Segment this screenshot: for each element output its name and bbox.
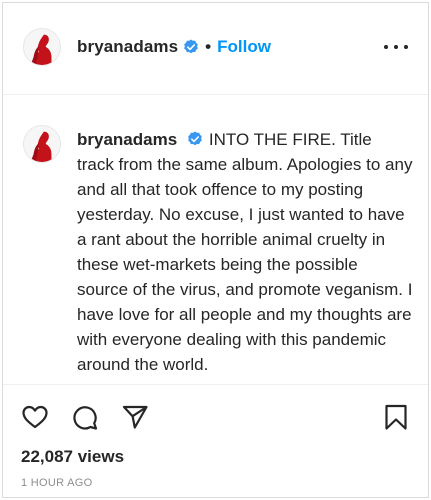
- caption-body: INTO THE FIRE. Title track from the same…: [77, 130, 413, 374]
- more-dot: [394, 45, 398, 49]
- avatar-figure-icon: [24, 126, 60, 162]
- more-dot: [384, 45, 388, 49]
- avatar-figure-icon: [24, 29, 60, 65]
- bookmark-icon[interactable]: [382, 403, 410, 431]
- header-username[interactable]: bryanadams: [77, 37, 178, 57]
- more-dot: [404, 45, 408, 49]
- verified-badge-icon: [183, 39, 199, 55]
- caption-text-block: bryanadams INTO THE FIRE. Title track fr…: [77, 127, 413, 377]
- post-timestamp[interactable]: 1 HOUR AGO: [21, 477, 92, 489]
- comment-icon[interactable]: [71, 403, 99, 431]
- caption-avatar[interactable]: [23, 125, 61, 163]
- follow-button[interactable]: Follow: [217, 37, 271, 57]
- header-user-row: bryanadams • Follow: [77, 36, 271, 58]
- separator-dot: •: [205, 37, 212, 56]
- view-count[interactable]: 22,087 views: [21, 447, 124, 467]
- post-header: bryanadams • Follow: [3, 3, 428, 95]
- more-options-icon[interactable]: [384, 39, 408, 55]
- caption-username[interactable]: bryanadams: [77, 130, 177, 149]
- avatar[interactable]: [23, 28, 61, 66]
- verified-badge-icon: [187, 131, 203, 147]
- action-bar: [3, 391, 428, 441]
- share-icon[interactable]: [121, 403, 149, 431]
- heart-icon[interactable]: [21, 403, 49, 431]
- caption-section: bryanadams INTO THE FIRE. Title track fr…: [3, 95, 428, 385]
- post-card: bryanadams • Follow bryanadams INTO THE …: [2, 2, 429, 498]
